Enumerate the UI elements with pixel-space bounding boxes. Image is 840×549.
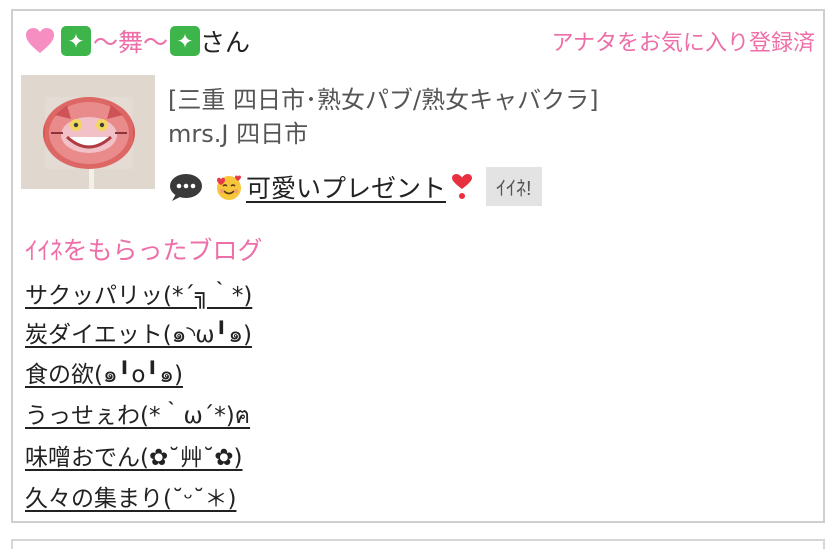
shop-name[interactable]: mrs.J 四日市 <box>168 117 598 151</box>
list-item: 味噌おでん(✿˘艸˘✿) <box>25 435 252 476</box>
shop-info: [三重 四日市･熟女パブ/熟女キャバクラ] mrs.J 四日市 <box>168 83 598 151</box>
user-name-suffix: さん <box>200 28 251 57</box>
favorite-status-link[interactable]: アナタをお気に入り登録済 <box>551 25 815 57</box>
liked-blogs-list: サクッパリッ(*´╗｀*) 炭ダイエット(๑◝ω╹๑) 食の欲(๑╹o╹๑) う… <box>25 273 252 516</box>
liked-blog-link[interactable]: 味噌おでん(✿˘艸˘✿) <box>25 438 243 472</box>
lollipop-cheshire-cat-icon <box>21 75 155 189</box>
list-item: 炭ダイエット(๑◝ω╹๑) <box>25 314 252 355</box>
like-button[interactable]: ｲｲﾈ! <box>486 167 542 206</box>
blog-like-card: ✦ ～舞～ ✦ さん アナタをお気に入り登録済 [三重 四日市･熟女パブ/熟女キ <box>11 9 825 523</box>
list-item: サクッパリッ(*´╗｀*) <box>25 273 252 314</box>
shop-category[interactable]: [三重 四日市･熟女パブ/熟女キャバクラ] <box>168 83 598 117</box>
liked-blog-link[interactable]: サクッパリッ(*´╗｀*) <box>25 276 252 310</box>
user-name-text: ～舞～ <box>93 28 169 57</box>
shop-thumbnail[interactable] <box>21 75 155 189</box>
liked-blog-link[interactable]: 炭ダイエット(๑◝ω╹๑) <box>25 315 252 353</box>
smiling-face-with-hearts-icon <box>217 175 241 200</box>
liked-blog-link[interactable]: 久々の集まり(˘ᵕ˘＊) <box>25 479 236 513</box>
sparkle-icon: ✦ <box>170 26 201 56</box>
next-card-edge <box>11 539 825 549</box>
speech-bubble-icon <box>170 173 202 201</box>
list-item: うっせぇわ(*｀ω´*)ฅ <box>25 395 252 436</box>
card-header: ✦ ～舞～ ✦ さん アナタをお気に入り登録済 <box>25 23 815 59</box>
post-title: 可愛いプレゼント <box>246 173 447 203</box>
post-title-link[interactable]: 可愛いプレゼント <box>214 169 474 205</box>
heart-exclamation-icon <box>452 173 473 199</box>
sparkle-icon: ✦ <box>61 26 91 56</box>
list-item: 久々の集まり(˘ᵕ˘＊) <box>25 476 252 517</box>
user-name[interactable]: ✦ ～舞～ ✦ さん <box>25 23 250 59</box>
liked-blogs-heading: ｲｲﾈをもらったブログ <box>25 236 263 265</box>
post-line: 可愛いプレゼント ｲｲﾈ! <box>168 167 542 206</box>
heart-icon <box>26 28 54 53</box>
list-item: 食の欲(๑╹o╹๑) <box>25 354 252 395</box>
liked-blog-link[interactable]: 食の欲(๑╹o╹๑) <box>25 355 183 393</box>
liked-blog-link[interactable]: うっせぇわ(*｀ω´*)ฅ <box>25 396 250 434</box>
